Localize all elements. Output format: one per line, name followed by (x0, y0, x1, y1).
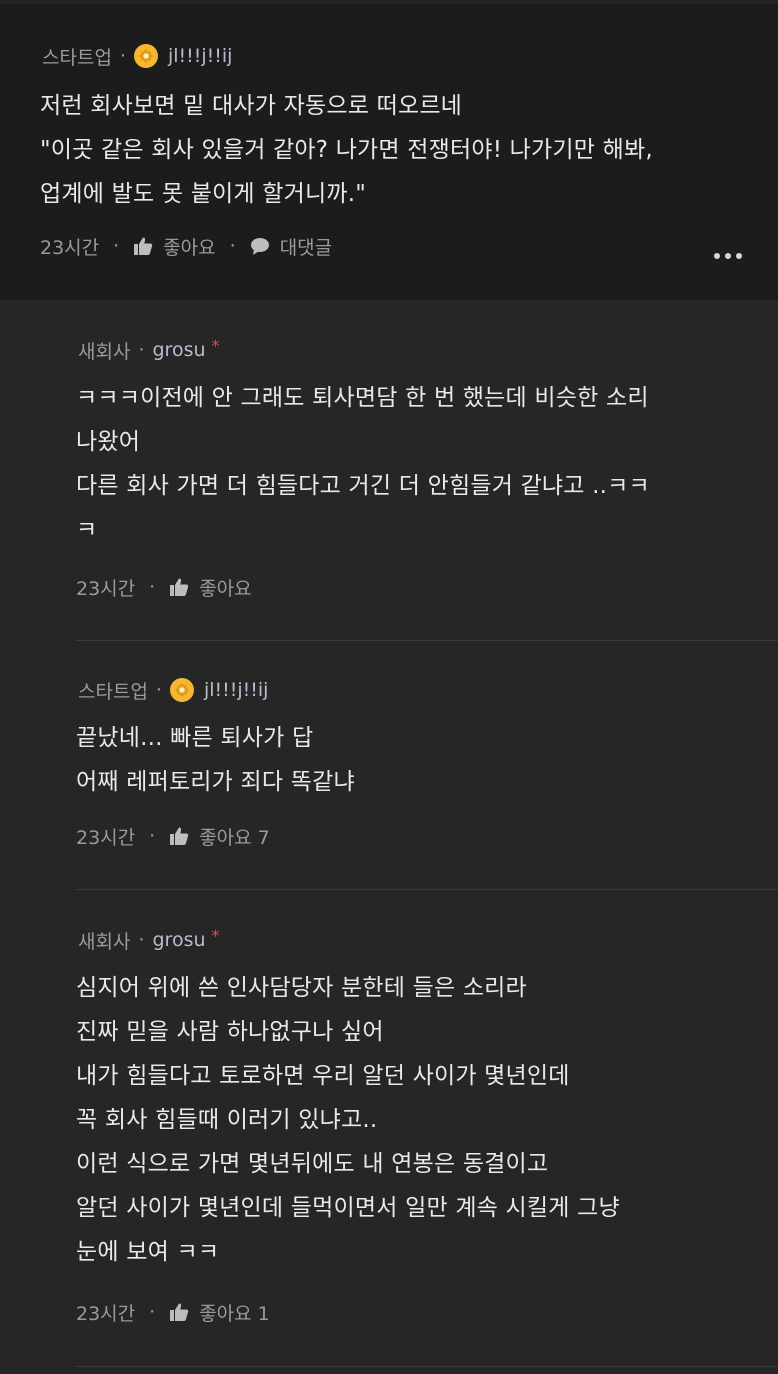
more-dots-icon[interactable] (714, 253, 742, 259)
action-separator: · (113, 235, 120, 257)
meta-separator: · (138, 929, 145, 951)
comment-actions: 23시간 · 좋아요 · 대댓글 (40, 231, 332, 261)
reply-actions: 23시간 · 좋아요 (76, 572, 252, 602)
reply-body: 심지어 위에 쓴 인사담당자 분한테 들은 소리라 진짜 믿을 사람 하나없구나… (76, 975, 620, 1265)
reply-label: 대댓글 (279, 236, 333, 259)
reply-time: 23시간 (76, 1302, 136, 1325)
author-company[interactable]: 새회사 (78, 927, 130, 954)
reply-button[interactable]: 대댓글 (250, 233, 332, 260)
main-comment: 스타트업 · jl!!!j!!ij 저런 회사보면 밑 대사가 자동으로 떠오르… (0, 5, 778, 300)
author-nickname[interactable]: grosu (153, 339, 206, 361)
like-button[interactable]: 좋아요 (169, 574, 252, 601)
action-separator: · (149, 825, 156, 847)
author-nickname[interactable]: jl!!!j!!ij (168, 45, 232, 67)
comment-time: 23시간 (40, 236, 100, 259)
action-separator: · (229, 235, 236, 257)
thumbs-up-icon (170, 827, 189, 845)
reply-body: 끝났네... 빠른 퇴사가 답 어째 레퍼토리가 죄다 똑같냐 (76, 725, 355, 795)
meta-separator: · (119, 45, 126, 67)
author-nickname[interactable]: jl!!!j!!ij (204, 679, 268, 701)
meta-separator: · (138, 339, 145, 361)
comment-thread: 스타트업 · jl!!!j!!ij 저런 회사보면 밑 대사가 자동으로 떠오르… (0, 0, 778, 1374)
author-company[interactable]: 새회사 (78, 337, 130, 364)
like-label: 좋아요 1 (199, 1302, 270, 1325)
dot (725, 253, 731, 259)
author-nickname[interactable]: grosu (153, 929, 206, 951)
reply-meta: 새회사 · grosu * (78, 336, 220, 364)
author-mark: * (211, 925, 220, 945)
author-company[interactable]: 스타트업 (42, 43, 112, 70)
flower-badge-icon (133, 44, 158, 68)
like-label: 좋아요 (163, 236, 216, 259)
thumbs-up-icon (134, 237, 153, 255)
reply-body: ㅋㅋㅋ이전에 안 그래도 퇴사면담 한 번 했는데 비슷한 소리 나왔어 다른 … (76, 385, 650, 543)
like-button[interactable]: 좋아요 (133, 233, 216, 260)
like-label: 좋아요 (199, 577, 252, 600)
thumbs-up-icon (170, 578, 189, 596)
thumbs-up-icon (170, 1303, 189, 1321)
comment-meta: 스타트업 · jl!!!j!!ij (42, 42, 232, 70)
reply-divider (76, 640, 778, 641)
speech-bubble-icon (250, 238, 269, 255)
like-button[interactable]: 좋아요 7 (169, 823, 270, 850)
reply-actions: 23시간 · 좋아요 7 (76, 821, 270, 851)
like-label: 좋아요 7 (199, 826, 270, 849)
flower-badge-icon (169, 678, 194, 702)
comment-meta-wrapper: 스타트업 · jl!!!j!!ij (42, 42, 232, 70)
reply-meta: 새회사 · grosu * (78, 926, 220, 954)
reply-time: 23시간 (76, 577, 136, 600)
author-mark: * (211, 335, 220, 355)
comment-body: 저런 회사보면 밑 대사가 자동으로 떠오르네 "이곳 같은 회사 있을거 같아… (40, 93, 653, 207)
reply-meta-wrapper: 스타트업 · jl!!!j!!ij (78, 676, 268, 704)
reply-time: 23시간 (76, 826, 136, 849)
dot (714, 253, 720, 259)
author-company[interactable]: 스타트업 (78, 677, 148, 704)
reply-meta: 스타트업 · jl!!!j!!ij (78, 676, 268, 704)
action-separator: · (149, 1301, 156, 1323)
action-separator: · (149, 576, 156, 598)
reply-divider (76, 889, 778, 890)
reply-actions: 23시간 · 좋아요 1 (76, 1297, 270, 1327)
meta-separator: · (155, 679, 162, 701)
reply-divider (76, 1366, 778, 1367)
dot (736, 253, 742, 259)
reply-meta-wrapper: 새회사 · grosu * (78, 336, 220, 364)
like-button[interactable]: 좋아요 1 (169, 1299, 270, 1326)
reply-meta-wrapper: 새회사 · grosu * (78, 926, 220, 954)
